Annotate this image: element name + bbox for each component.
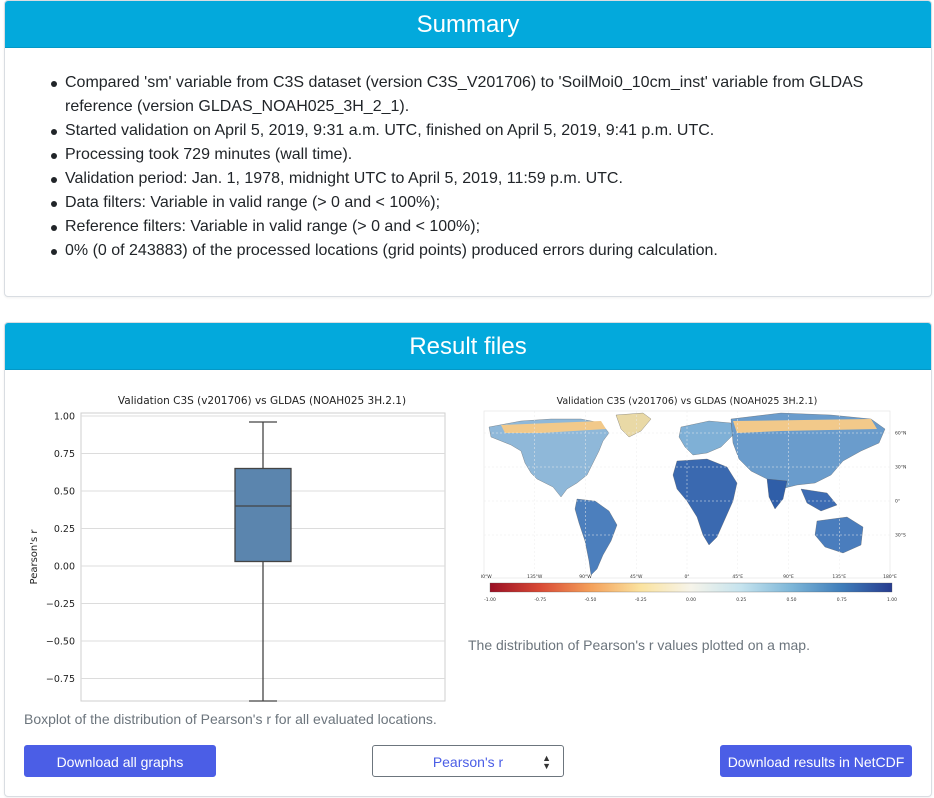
boxplot-figure: Validation C3S (v201706) vs GLDAS (NOAH0… bbox=[29, 395, 446, 702]
summary-item-period: Validation period: Jan. 1, 1978, midnigh… bbox=[51, 167, 911, 191]
map-lon-tick-label: 0° bbox=[684, 574, 689, 580]
summary-list: Compared 'sm' variable from C3S dataset … bbox=[51, 71, 911, 263]
summary-item-started: Started validation on April 5, 2019, 9:3… bbox=[51, 119, 911, 143]
select-arrows-icon: ▲ ▼ bbox=[542, 753, 551, 771]
boxplot-y-tick-label: 0.00 bbox=[54, 562, 75, 573]
map-lon-tick-label: 90°W bbox=[579, 574, 592, 580]
map-colorbar bbox=[489, 582, 893, 593]
map-lat-tick-label: 30°N bbox=[895, 465, 906, 471]
map-colorbar-tick-label: 1.00 bbox=[887, 597, 897, 603]
boxplot-y-tick-label: 0.25 bbox=[54, 524, 75, 535]
boxplot-y-tick-label: 0.50 bbox=[54, 487, 75, 498]
boxplot-y-tick-label: 0.75 bbox=[54, 449, 75, 460]
results-card: Result files Validation C3S (v201706) vs… bbox=[4, 322, 932, 797]
summary-item-data-filters: Data filters: Variable in valid range (>… bbox=[51, 191, 911, 215]
map-lon-tick-label: 45°W bbox=[630, 574, 643, 580]
map-colorbar-tick-label: 0.75 bbox=[837, 597, 847, 603]
boxplot-box bbox=[234, 467, 292, 563]
map-colorbar-ticks: -1.00 -0.75 -0.50 -0.25 0.00 0.25 0.50 0.75 1.00 bbox=[484, 597, 897, 603]
map-colorbar-tick-label: -0.25 bbox=[635, 597, 647, 603]
boxplot-ylabel: Pearson's r bbox=[29, 529, 40, 585]
map-figure: Validation C3S (v201706) vs GLDAS (NOAH0… bbox=[481, 396, 906, 603]
map-lon-tick-label: 180°E bbox=[883, 574, 897, 580]
map-colorbar-tick-label: -1.00 bbox=[484, 597, 496, 603]
map-colorbar-tick-label: 0.00 bbox=[686, 597, 696, 603]
map-lat-tick-label: 30°S bbox=[895, 533, 906, 539]
map-lon-tick-label: 45°E bbox=[732, 574, 743, 580]
map-lon-tick-label: 90°E bbox=[783, 574, 794, 580]
map-title: Validation C3S (v201706) vs GLDAS (NOAH0… bbox=[557, 396, 818, 407]
boxplot-y-tick-label: 1.00 bbox=[54, 412, 75, 423]
map-lat-tick-label: 0° bbox=[895, 499, 900, 505]
map-lon-tick-label: 135°W bbox=[527, 574, 543, 580]
results-header: Result files bbox=[5, 323, 931, 370]
download-all-graphs-button[interactable]: Download all graphs bbox=[24, 745, 216, 777]
boxplot-y-tick-label: −0.25 bbox=[46, 599, 75, 610]
metric-select-value: Pearson's r bbox=[432, 754, 504, 770]
map-colorbar-tick-label: 0.50 bbox=[786, 597, 796, 603]
metric-select[interactable]: Pearson's r ▲ ▼ bbox=[372, 745, 564, 777]
boxplot-title: Validation C3S (v201706) vs GLDAS (NOAH0… bbox=[118, 395, 406, 407]
map-colorbar-tick-label: -0.75 bbox=[534, 597, 546, 603]
summary-item-processing: Processing took 729 minutes (wall time). bbox=[51, 143, 911, 167]
map-caption: The distribution of Pearson's r values p… bbox=[468, 637, 810, 653]
summary-item-comparison: Compared 'sm' variable from C3S dataset … bbox=[51, 71, 911, 119]
summary-item-errors: 0% (0 of 243883) of the processed locati… bbox=[51, 239, 911, 263]
map-lon-tick-label: 135°E bbox=[832, 574, 846, 580]
download-netcdf-button[interactable]: Download results in NetCDF bbox=[720, 745, 912, 777]
boxplot-y-tick-label: −0.75 bbox=[46, 674, 75, 685]
boxplot-caption: Boxplot of the distribution of Pearson's… bbox=[24, 711, 437, 727]
map-lat-tick-label: 60°N bbox=[895, 431, 906, 437]
map-lon-tick-label: 180°W bbox=[481, 574, 492, 580]
map-colorbar-tick-label: -0.50 bbox=[585, 597, 597, 603]
summary-header: Summary bbox=[5, 1, 931, 48]
boxplot-y-ticks: 1.00 0.75 0.50 0.25 0.00 −0.25 −0.50 −0.75 bbox=[46, 412, 75, 686]
summary-item-reference-filters: Reference filters: Variable in valid ran… bbox=[51, 215, 911, 239]
map-colorbar-tick-label: 0.25 bbox=[736, 597, 746, 603]
boxplot-y-tick-label: −0.50 bbox=[46, 637, 75, 648]
summary-card: Summary Compared 'sm' variable from C3S … bbox=[4, 0, 932, 297]
